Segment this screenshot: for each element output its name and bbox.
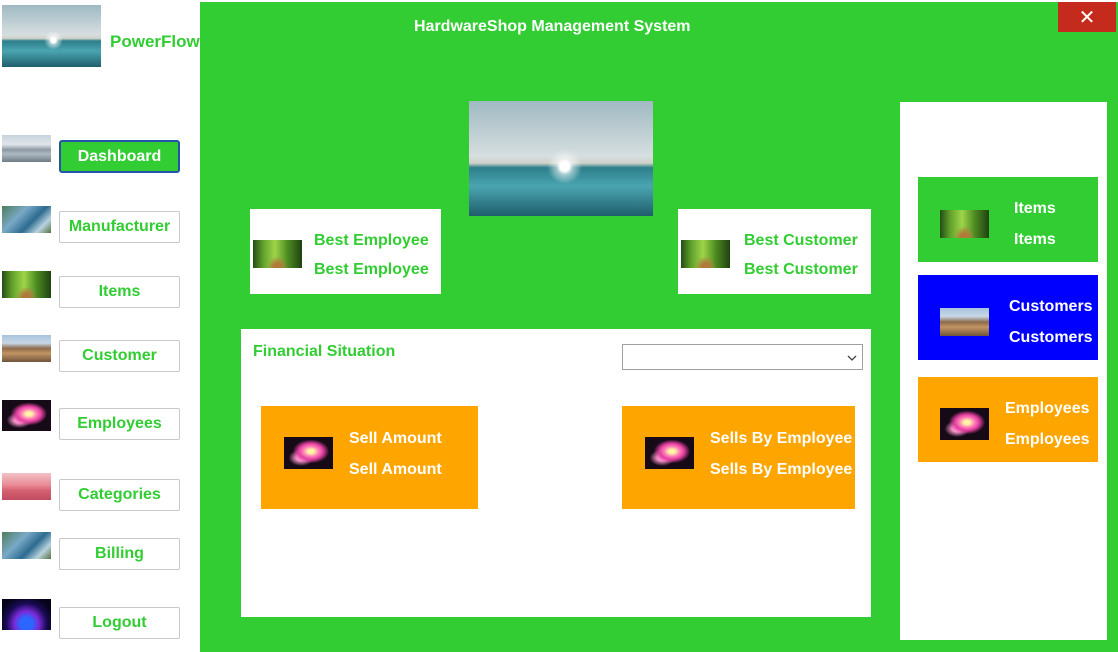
logo-text: PowerFlow [110, 32, 200, 51]
canyon-icon [940, 308, 989, 336]
customers-card[interactable]: Customers Customers [918, 275, 1098, 360]
app-title: HardwareShop Management System [414, 18, 691, 35]
financial-title: Financial Situation [253, 343, 396, 360]
best-customer-value: Best Customer [744, 261, 858, 278]
items-button[interactable]: Items [59, 276, 180, 308]
mountain-icon [2, 135, 51, 162]
hero-lake-image [469, 101, 653, 216]
billing-button[interactable]: Billing [59, 538, 180, 570]
best-employee-title: Best Employee [314, 232, 429, 249]
logo-image [2, 5, 101, 67]
canyon-icon [2, 335, 51, 362]
right-panel: Items Items Customers Customers Employee… [900, 102, 1107, 640]
close-icon: ✕ [1078, 6, 1096, 29]
close-button[interactable]: ✕ [1058, 2, 1116, 32]
forest-icon [2, 271, 51, 298]
customer-button[interactable]: Customer [59, 340, 180, 372]
logout-button[interactable]: Logout [59, 607, 180, 639]
sells-by-employee-value: Sells By Employee [710, 461, 853, 478]
financial-dropdown[interactable] [622, 344, 863, 370]
forest-icon [681, 240, 730, 268]
flower-icon [940, 408, 989, 440]
financial-panel: Financial Situation Sell Amount Sell Amo… [241, 329, 871, 617]
flower-icon [284, 437, 333, 469]
employees-card-title: Employees [1005, 400, 1090, 417]
sells-by-employee-title: Sells By Employee [710, 430, 853, 447]
sell-amount-value: Sell Amount [349, 461, 442, 478]
sell-amount-title: Sell Amount [349, 430, 442, 447]
sell-amount-card: Sell Amount Sell Amount [261, 406, 478, 509]
manufacturer-button[interactable]: Manufacturer [59, 211, 180, 243]
pink-hill-icon [2, 473, 51, 500]
coast-icon [2, 206, 51, 233]
categories-button[interactable]: Categories [59, 479, 180, 511]
items-card-title: Items [1014, 200, 1056, 217]
best-employee-value: Best Employee [314, 261, 429, 278]
customers-card-value: Customers [1009, 329, 1093, 346]
employees-card-value: Employees [1005, 431, 1090, 448]
best-employee-card: Best Employee Best Employee [250, 209, 441, 294]
best-customer-title: Best Customer [744, 232, 858, 249]
best-customer-card: Best Customer Best Customer [678, 209, 871, 294]
main-panel: HardwareShop Management System ✕ Best Em… [200, 2, 1118, 652]
chevron-down-icon [847, 355, 857, 361]
customers-card-title: Customers [1009, 298, 1093, 315]
flower-icon [2, 400, 51, 431]
forest-icon [253, 240, 302, 268]
items-card-value: Items [1014, 231, 1056, 248]
flower-icon [645, 437, 694, 469]
orb-icon [2, 599, 51, 630]
dashboard-button[interactable]: Dashboard [59, 140, 180, 173]
coast-icon [2, 532, 51, 559]
items-card[interactable]: Items Items [918, 177, 1098, 262]
employees-button[interactable]: Employees [59, 408, 180, 440]
employees-card[interactable]: Employees Employees [918, 377, 1098, 462]
sells-by-employee-card: Sells By Employee Sells By Employee [622, 406, 855, 509]
forest-icon [940, 210, 989, 238]
